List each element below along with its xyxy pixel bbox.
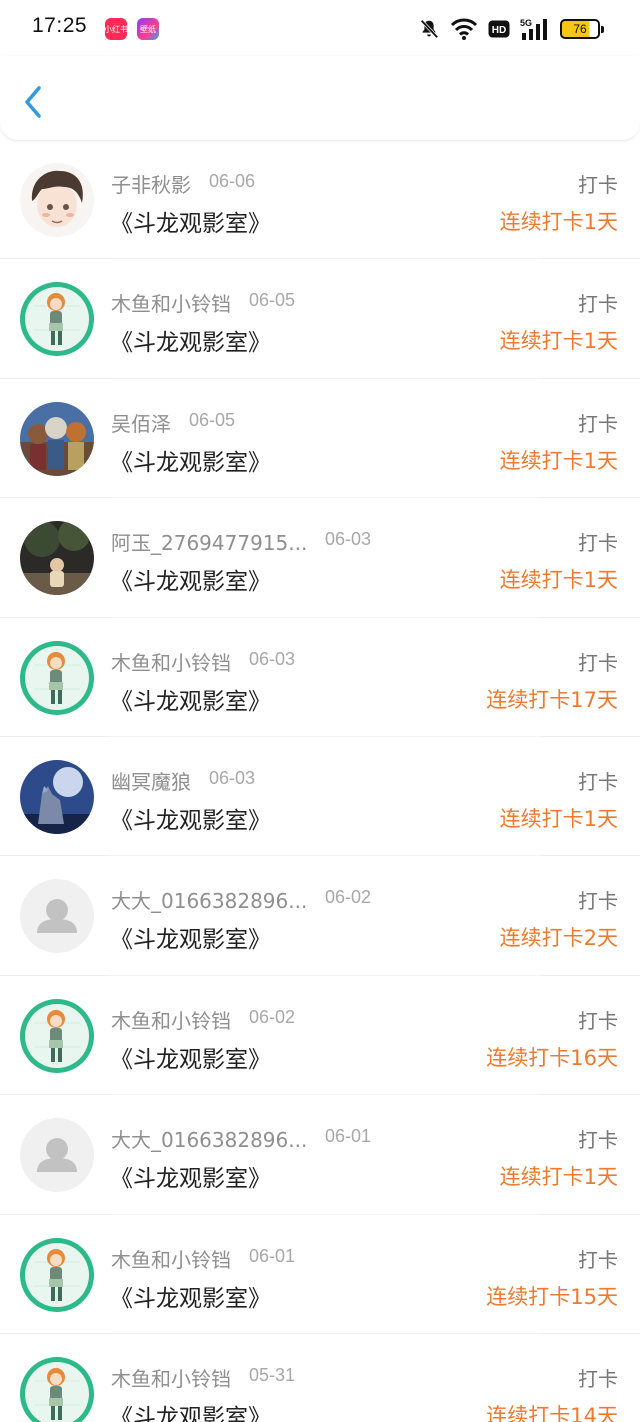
checkin-title: 《斗龙观影室》: [110, 569, 271, 596]
user-name[interactable]: 吴佰泽: [111, 408, 171, 437]
status-bar: 17:25 小红书 壁纸 HD 5G 76: [0, 0, 640, 56]
streak-count: 连续打卡16天: [486, 1045, 618, 1070]
user-name[interactable]: 木鱼和小铃铛: [111, 647, 231, 676]
checkin-date: 06-06: [209, 171, 256, 191]
feed-row[interactable]: 木鱼和小铃铛 06-01 《斗龙观影室》 打卡连续打卡15天: [0, 1215, 640, 1335]
user-name[interactable]: 大大_0166382896...: [111, 885, 307, 914]
user-name[interactable]: 大大_0166382896...: [111, 1124, 307, 1153]
checkin-date: 06-05: [189, 409, 236, 430]
streak-count: 连续打卡1天: [499, 210, 618, 234]
streak-count: 连续打卡17天: [486, 687, 618, 712]
status-time: 17:25: [32, 14, 88, 37]
checkin-date: 05-31: [249, 1364, 296, 1385]
checkin-label: 打卡: [578, 1366, 618, 1391]
feed-row[interactable]: 木鱼和小铃铛 06-03 《斗龙观影室》 打卡连续打卡17天: [0, 618, 640, 738]
checkin-date: 06-03: [249, 648, 296, 669]
feed-row[interactable]: 阿玉_2769477915... 06-03 《斗龙观影室》 打卡连续打卡1天: [0, 498, 640, 618]
streak-count: 连续打卡1天: [499, 568, 618, 593]
nav-header: [0, 56, 640, 140]
user-name[interactable]: 幽冥魔狼: [111, 766, 191, 795]
avatar[interactable]: [20, 879, 94, 954]
svg-text:5G: 5G: [520, 18, 532, 28]
checkin-title: 《斗龙观影室》: [110, 1404, 271, 1422]
streak-count: 连续打卡1天: [499, 806, 618, 831]
battery-level: 76: [573, 22, 587, 36]
user-name[interactable]: 阿玉_2769477915...: [111, 527, 307, 556]
user-name[interactable]: 木鱼和小铃铛: [111, 288, 231, 317]
streak-count: 连续打卡15天: [486, 1284, 618, 1309]
checkin-label: 打卡: [578, 1247, 618, 1272]
avatar[interactable]: [20, 1356, 94, 1422]
user-name[interactable]: 木鱼和小铃铛: [111, 1363, 231, 1392]
feed-row[interactable]: 子非秋影 06-06 《斗龙观影室》 打卡连续打卡1天: [0, 140, 640, 260]
feed-row[interactable]: 幽冥魔狼 06-03 《斗龙观影室》 打卡连续打卡1天: [0, 737, 640, 857]
app-badge-wallpaper: 壁纸: [137, 18, 159, 40]
avatar[interactable]: [20, 640, 94, 715]
avatar[interactable]: [20, 1237, 94, 1312]
wifi-icon: [450, 18, 478, 40]
avatar[interactable]: [20, 163, 94, 237]
checkin-feed: 子非秋影 06-06 《斗龙观影室》 打卡 连续打卡1天 木鱼和小铃铛 06-05 《斗龙观影…: [0, 140, 640, 1422]
checkin-date: 06-02: [325, 887, 372, 908]
streak-count: 连续打卡1天: [499, 1165, 618, 1190]
checkin-date: 06-02: [249, 1006, 296, 1027]
app-badge-xiaohongshu: 小红书: [105, 18, 127, 40]
feed-row[interactable]: 大大_0166382896... 06-01 《斗龙观影室》 打卡连续打卡1天: [0, 1095, 640, 1215]
checkin-title: 《斗龙观影室》: [110, 807, 271, 834]
streak-count: 连续打卡2天: [499, 926, 618, 951]
feed-row[interactable]: 吴佰泽 06-05 《斗龙观影室》 打卡连续打卡1天: [0, 379, 640, 499]
avatar[interactable]: [20, 401, 94, 476]
checkin-title: 《斗龙观影室》: [110, 688, 271, 715]
checkin-date: 06-05: [249, 290, 296, 311]
feed-row[interactable]: 大大_0166382896... 06-02 《斗龙观影室》 打卡连续打卡2天: [0, 856, 640, 977]
avatar[interactable]: [20, 521, 94, 596]
avatar[interactable]: [20, 998, 94, 1073]
streak-count: 连续打卡14天: [486, 1403, 618, 1422]
streak-count: 连续打卡1天: [499, 448, 618, 473]
checkin-label: 打卡: [578, 650, 618, 675]
svg-text:HD: HD: [492, 25, 506, 36]
user-name[interactable]: 木鱼和小铃铛: [111, 1244, 231, 1273]
checkin-date: 06-01: [249, 1245, 296, 1266]
avatar[interactable]: [20, 759, 94, 834]
checkin-title: 《斗龙观影室》: [110, 927, 271, 954]
chevron-left-icon[interactable]: [18, 82, 52, 122]
feed-row[interactable]: 木鱼和小铃铛 06-02 《斗龙观影室》 打卡连续打卡16天: [0, 976, 640, 1096]
checkin-date: 06-03: [209, 767, 256, 788]
checkin-label: 打卡: [578, 889, 618, 914]
checkin-label: 打卡: [578, 173, 618, 197]
hd-icon: HD: [488, 20, 510, 38]
avatar[interactable]: [20, 1118, 94, 1193]
battery-indicator: 76: [560, 19, 604, 39]
checkin-title: 《斗龙观影室》: [110, 1046, 271, 1073]
checkin-label: 打卡: [578, 292, 618, 317]
checkin-title: 《斗龙观影室》: [110, 1166, 271, 1193]
checkin-title: 《斗龙观影室》: [110, 449, 271, 476]
checkin-title: 《斗龙观影室》: [110, 1285, 271, 1312]
checkin-label: 打卡: [578, 411, 618, 436]
checkin-label: 打卡: [578, 531, 618, 556]
checkin-title: 《斗龙观影室》: [110, 211, 271, 237]
checkin-label: 打卡: [578, 1008, 618, 1033]
status-icons: HD 5G 76: [418, 16, 604, 42]
checkin-date: 06-03: [325, 529, 372, 550]
feed-row[interactable]: 木鱼和小铃铛 06-05 《斗龙观影室》 打卡连续打卡1天: [0, 259, 640, 380]
user-name[interactable]: 木鱼和小铃铛: [111, 1005, 231, 1034]
mute-bell-icon: [420, 19, 439, 39]
checkin-date: 06-01: [325, 1126, 372, 1147]
feed-row[interactable]: 木鱼和小铃铛 05-31 《斗龙观影室》 打卡连续打卡14天: [0, 1334, 640, 1422]
signal-5g-icon: 5G: [520, 18, 547, 40]
checkin-title: 《斗龙观影室》: [110, 330, 271, 357]
checkin-label: 打卡: [578, 769, 618, 794]
streak-count: 连续打卡1天: [499, 329, 618, 354]
checkin-label: 打卡: [578, 1128, 618, 1153]
avatar[interactable]: [20, 282, 94, 357]
user-name[interactable]: 子非秋影: [111, 169, 191, 198]
